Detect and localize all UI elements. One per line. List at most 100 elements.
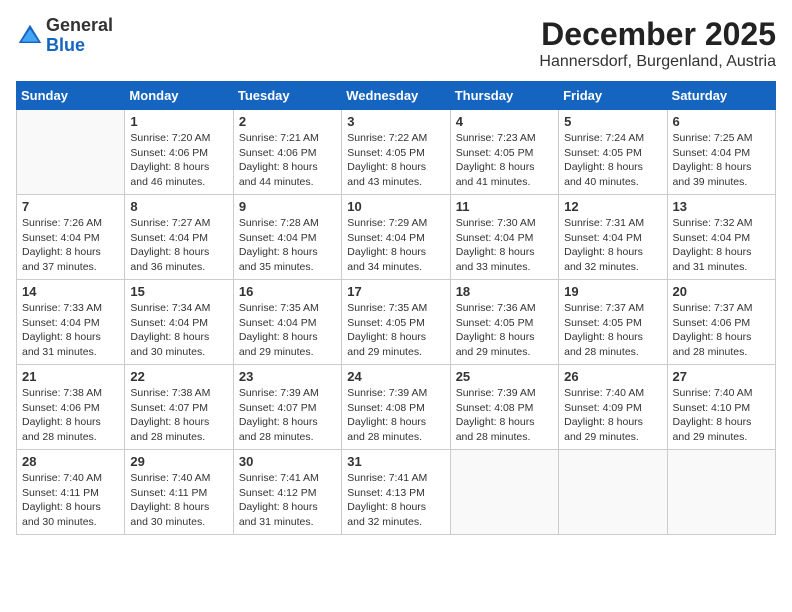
- day-number: 5: [564, 114, 661, 129]
- day-info: Sunrise: 7:40 AM Sunset: 4:10 PM Dayligh…: [673, 386, 770, 445]
- day-number: 19: [564, 284, 661, 299]
- logo-general-text: General: [46, 16, 113, 36]
- day-info: Sunrise: 7:35 AM Sunset: 4:05 PM Dayligh…: [347, 301, 444, 360]
- calendar-cell: 4 Sunrise: 7:23 AM Sunset: 4:05 PM Daylig…: [450, 110, 558, 195]
- day-number: 12: [564, 199, 661, 214]
- day-number: 14: [22, 284, 119, 299]
- week-row-3: 14 Sunrise: 7:33 AM Sunset: 4:04 PM Dayli…: [17, 280, 776, 365]
- weekday-header-saturday: Saturday: [667, 82, 775, 110]
- weekday-header-monday: Monday: [125, 82, 233, 110]
- day-number: 7: [22, 199, 119, 214]
- day-info: Sunrise: 7:41 AM Sunset: 4:13 PM Dayligh…: [347, 471, 444, 530]
- day-number: 23: [239, 369, 336, 384]
- day-info: Sunrise: 7:22 AM Sunset: 4:05 PM Dayligh…: [347, 131, 444, 190]
- calendar-cell: 15 Sunrise: 7:34 AM Sunset: 4:04 PM Dayli…: [125, 280, 233, 365]
- day-number: 9: [239, 199, 336, 214]
- calendar-cell: 17 Sunrise: 7:35 AM Sunset: 4:05 PM Dayli…: [342, 280, 450, 365]
- day-number: 29: [130, 454, 227, 469]
- day-number: 1: [130, 114, 227, 129]
- calendar-cell: 24 Sunrise: 7:39 AM Sunset: 4:08 PM Dayli…: [342, 365, 450, 450]
- calendar-cell: 12 Sunrise: 7:31 AM Sunset: 4:04 PM Dayli…: [559, 195, 667, 280]
- day-number: 3: [347, 114, 444, 129]
- calendar-cell: [17, 110, 125, 195]
- day-info: Sunrise: 7:31 AM Sunset: 4:04 PM Dayligh…: [564, 216, 661, 275]
- calendar-cell: 20 Sunrise: 7:37 AM Sunset: 4:06 PM Dayli…: [667, 280, 775, 365]
- day-number: 8: [130, 199, 227, 214]
- day-info: Sunrise: 7:39 AM Sunset: 4:08 PM Dayligh…: [347, 386, 444, 445]
- day-number: 2: [239, 114, 336, 129]
- day-info: Sunrise: 7:28 AM Sunset: 4:04 PM Dayligh…: [239, 216, 336, 275]
- weekday-header-sunday: Sunday: [17, 82, 125, 110]
- day-info: Sunrise: 7:32 AM Sunset: 4:04 PM Dayligh…: [673, 216, 770, 275]
- day-info: Sunrise: 7:27 AM Sunset: 4:04 PM Dayligh…: [130, 216, 227, 275]
- day-number: 21: [22, 369, 119, 384]
- day-info: Sunrise: 7:35 AM Sunset: 4:04 PM Dayligh…: [239, 301, 336, 360]
- day-info: Sunrise: 7:36 AM Sunset: 4:05 PM Dayligh…: [456, 301, 553, 360]
- logo: General Blue: [16, 16, 113, 56]
- calendar-cell: 8 Sunrise: 7:27 AM Sunset: 4:04 PM Daylig…: [125, 195, 233, 280]
- day-number: 28: [22, 454, 119, 469]
- calendar-cell: 22Sunrise: 7:38 AM Sunset: 4:07 PM Dayli…: [125, 365, 233, 450]
- week-row-5: 28 Sunrise: 7:40 AM Sunset: 4:11 PM Dayli…: [17, 450, 776, 535]
- calendar-cell: 19 Sunrise: 7:37 AM Sunset: 4:05 PM Dayli…: [559, 280, 667, 365]
- page-header: General Blue December 2025 Hannersdorf, …: [16, 16, 776, 71]
- day-info: Sunrise: 7:37 AM Sunset: 4:06 PM Dayligh…: [673, 301, 770, 360]
- title-block: December 2025 Hannersdorf, Burgenland, A…: [539, 16, 776, 71]
- day-info: Sunrise: 7:30 AM Sunset: 4:04 PM Dayligh…: [456, 216, 553, 275]
- week-row-4: 21Sunrise: 7:38 AM Sunset: 4:06 PM Dayli…: [17, 365, 776, 450]
- day-info: Sunrise: 7:41 AM Sunset: 4:12 PM Dayligh…: [239, 471, 336, 530]
- calendar-cell: 27Sunrise: 7:40 AM Sunset: 4:10 PM Dayli…: [667, 365, 775, 450]
- day-info: Sunrise: 7:24 AM Sunset: 4:05 PM Dayligh…: [564, 131, 661, 190]
- weekday-header-friday: Friday: [559, 82, 667, 110]
- calendar-cell: 30 Sunrise: 7:41 AM Sunset: 4:12 PM Dayli…: [233, 450, 341, 535]
- calendar-cell: 31 Sunrise: 7:41 AM Sunset: 4:13 PM Dayli…: [342, 450, 450, 535]
- calendar-cell: 2Sunrise: 7:21 AM Sunset: 4:06 PM Daylig…: [233, 110, 341, 195]
- day-info: Sunrise: 7:23 AM Sunset: 4:05 PM Dayligh…: [456, 131, 553, 190]
- weekday-header-wednesday: Wednesday: [342, 82, 450, 110]
- day-number: 30: [239, 454, 336, 469]
- day-number: 25: [456, 369, 553, 384]
- location-title: Hannersdorf, Burgenland, Austria: [539, 53, 776, 71]
- day-number: 4: [456, 114, 553, 129]
- calendar-cell: 26 Sunrise: 7:40 AM Sunset: 4:09 PM Dayli…: [559, 365, 667, 450]
- calendar-cell: 1 Sunrise: 7:20 AM Sunset: 4:06 PM Daylig…: [125, 110, 233, 195]
- calendar-cell: 3 Sunrise: 7:22 AM Sunset: 4:05 PM Daylig…: [342, 110, 450, 195]
- logo-icon: [16, 22, 44, 50]
- week-row-1: 1 Sunrise: 7:20 AM Sunset: 4:06 PM Daylig…: [17, 110, 776, 195]
- logo-blue-text: Blue: [46, 36, 113, 56]
- day-info: Sunrise: 7:40 AM Sunset: 4:11 PM Dayligh…: [22, 471, 119, 530]
- day-info: Sunrise: 7:37 AM Sunset: 4:05 PM Dayligh…: [564, 301, 661, 360]
- calendar-cell: 5 Sunrise: 7:24 AM Sunset: 4:05 PM Daylig…: [559, 110, 667, 195]
- day-number: 20: [673, 284, 770, 299]
- day-info: Sunrise: 7:38 AM Sunset: 4:07 PM Dayligh…: [130, 386, 227, 445]
- weekday-header-row: SundayMondayTuesdayWednesdayThursdayFrid…: [17, 82, 776, 110]
- weekday-header-thursday: Thursday: [450, 82, 558, 110]
- day-info: Sunrise: 7:29 AM Sunset: 4:04 PM Dayligh…: [347, 216, 444, 275]
- day-number: 15: [130, 284, 227, 299]
- day-info: Sunrise: 7:39 AM Sunset: 4:07 PM Dayligh…: [239, 386, 336, 445]
- calendar-table: SundayMondayTuesdayWednesdayThursdayFrid…: [16, 81, 776, 535]
- calendar-cell: 18Sunrise: 7:36 AM Sunset: 4:05 PM Dayli…: [450, 280, 558, 365]
- day-number: 13: [673, 199, 770, 214]
- calendar-cell: 28 Sunrise: 7:40 AM Sunset: 4:11 PM Dayli…: [17, 450, 125, 535]
- day-info: Sunrise: 7:39 AM Sunset: 4:08 PM Dayligh…: [456, 386, 553, 445]
- calendar-cell: [559, 450, 667, 535]
- day-number: 31: [347, 454, 444, 469]
- calendar-cell: 7Sunrise: 7:26 AM Sunset: 4:04 PM Daylig…: [17, 195, 125, 280]
- weekday-header-tuesday: Tuesday: [233, 82, 341, 110]
- day-number: 24: [347, 369, 444, 384]
- calendar-cell: [667, 450, 775, 535]
- day-number: 17: [347, 284, 444, 299]
- calendar-cell: 23 Sunrise: 7:39 AM Sunset: 4:07 PM Dayli…: [233, 365, 341, 450]
- calendar-cell: 10Sunrise: 7:29 AM Sunset: 4:04 PM Dayli…: [342, 195, 450, 280]
- calendar-cell: [450, 450, 558, 535]
- day-number: 6: [673, 114, 770, 129]
- calendar-cell: 16Sunrise: 7:35 AM Sunset: 4:04 PM Dayli…: [233, 280, 341, 365]
- day-info: Sunrise: 7:40 AM Sunset: 4:09 PM Dayligh…: [564, 386, 661, 445]
- day-number: 26: [564, 369, 661, 384]
- day-info: Sunrise: 7:20 AM Sunset: 4:06 PM Dayligh…: [130, 131, 227, 190]
- day-info: Sunrise: 7:34 AM Sunset: 4:04 PM Dayligh…: [130, 301, 227, 360]
- day-info: Sunrise: 7:33 AM Sunset: 4:04 PM Dayligh…: [22, 301, 119, 360]
- calendar-cell: 21Sunrise: 7:38 AM Sunset: 4:06 PM Dayli…: [17, 365, 125, 450]
- calendar-cell: 25 Sunrise: 7:39 AM Sunset: 4:08 PM Dayli…: [450, 365, 558, 450]
